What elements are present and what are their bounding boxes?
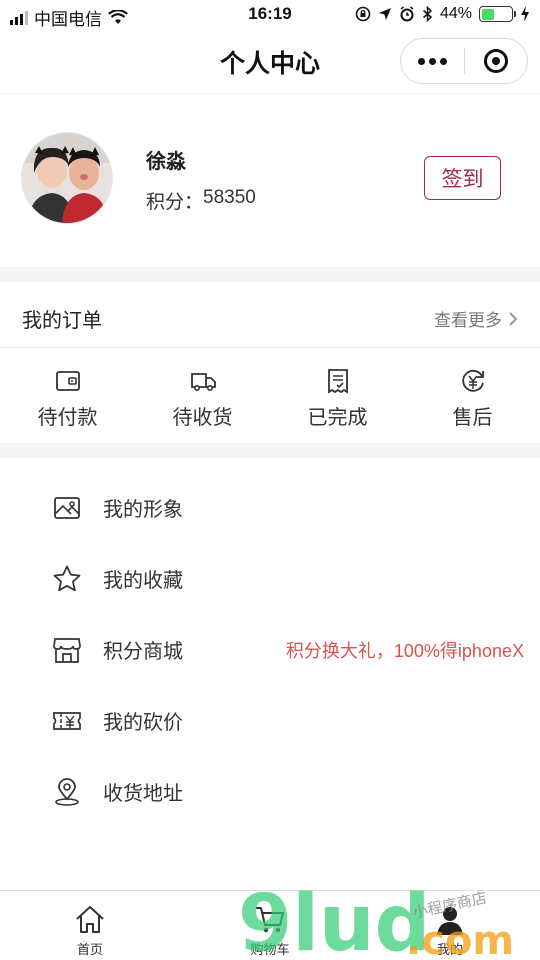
more-dots-icon <box>417 57 447 65</box>
orientation-lock-icon <box>355 6 371 22</box>
avatar-photo <box>22 133 112 223</box>
promo-text[interactable]: 积分换大礼，100%得iphoneX <box>286 637 524 663</box>
menu-item-label: 我的形象 <box>103 499 183 521</box>
target-icon <box>483 49 508 73</box>
view-more-label: 查看更多 <box>434 311 502 330</box>
wallet-icon <box>55 371 80 391</box>
profile-card: 徐淼 积分： 58350 签到 <box>0 95 540 267</box>
avatar[interactable] <box>22 133 112 223</box>
order-tab-label: 待付款 <box>37 407 98 429</box>
menu-list: 我的形象 我的收藏 积分商城 积分换大礼，100%得iphoneX 我的砍价 收… <box>0 472 540 827</box>
order-tab-label: 售后 <box>452 407 493 429</box>
battery-level <box>481 8 495 20</box>
cart-icon <box>256 907 284 933</box>
order-status-tabs: 待付款 待收货 已完成 售后 <box>0 349 540 443</box>
ticket-icon <box>53 711 81 730</box>
checkin-button[interactable]: 签到 <box>424 156 501 200</box>
tab-home[interactable]: 首页 <box>0 891 180 960</box>
my-orders-row[interactable]: 我的订单 查看更多 <box>0 282 540 348</box>
orders-title: 我的订单 <box>22 310 102 332</box>
location-icon <box>55 777 79 806</box>
battery-percent: 44% <box>439 5 472 22</box>
menu-item-points-mall[interactable]: 积分商城 积分换大礼，100%得iphoneX <box>0 614 540 685</box>
status-bar: 中国电信 16:19 44% <box>0 0 540 32</box>
user-icon <box>437 907 463 935</box>
order-tab-completed[interactable]: 已完成 <box>270 349 405 443</box>
menu-item-label: 我的砍价 <box>103 712 183 734</box>
tab-label: 我的 <box>436 942 463 957</box>
menu-item-bargain[interactable]: 我的砍价 <box>0 685 540 756</box>
home-icon <box>76 906 104 933</box>
menu-item-address[interactable]: 收货地址 <box>0 756 540 827</box>
close-miniprogram-button[interactable] <box>465 39 528 83</box>
store-icon <box>53 637 81 663</box>
section-divider <box>0 443 540 458</box>
battery-icon <box>479 6 516 22</box>
truck-icon <box>190 373 216 391</box>
receipt-icon <box>327 369 348 394</box>
view-more-link[interactable]: 查看更多 <box>434 306 518 331</box>
menu-item-favorites[interactable]: 我的收藏 <box>0 543 540 614</box>
status-bar-right: 44% <box>355 5 530 23</box>
order-tab-label: 待收货 <box>172 407 233 429</box>
menu-item-label: 积分商城 <box>103 641 183 663</box>
tab-me[interactable]: 我的 <box>360 891 540 960</box>
points-info: 积分： 58350 <box>146 187 256 214</box>
miniprogram-capsule <box>400 38 528 84</box>
bluetooth-icon <box>422 6 433 22</box>
image-icon <box>54 496 80 519</box>
menu-item-my-image[interactable]: 我的形象 <box>0 472 540 543</box>
more-button[interactable] <box>401 39 464 83</box>
order-tab-pending-payment[interactable]: 待付款 <box>0 349 135 443</box>
user-name: 徐淼 <box>146 151 186 173</box>
tab-label: 购物车 <box>250 942 290 957</box>
section-divider <box>0 267 540 282</box>
order-tab-label: 已完成 <box>307 407 368 429</box>
star-icon <box>53 565 81 591</box>
menu-item-label: 我的收藏 <box>103 570 183 592</box>
refund-icon <box>461 369 484 392</box>
charging-icon <box>521 6 529 22</box>
alarm-icon <box>400 6 414 22</box>
menu-item-label: 收货地址 <box>103 783 183 805</box>
order-tab-after-sales[interactable]: 售后 <box>405 349 540 443</box>
bottom-tab-bar: 首页 购物车 我的 <box>0 890 540 960</box>
tab-cart[interactable]: 购物车 <box>180 891 360 960</box>
points-value: 58350 <box>203 187 256 208</box>
location-arrow-icon <box>378 8 391 20</box>
order-tab-pending-receipt[interactable]: 待收货 <box>135 349 270 443</box>
points-label: 积分： <box>146 192 204 213</box>
chevron-right-icon <box>509 311 518 326</box>
tab-label: 首页 <box>76 942 103 957</box>
nav-bar: 个人中心 <box>0 32 540 94</box>
